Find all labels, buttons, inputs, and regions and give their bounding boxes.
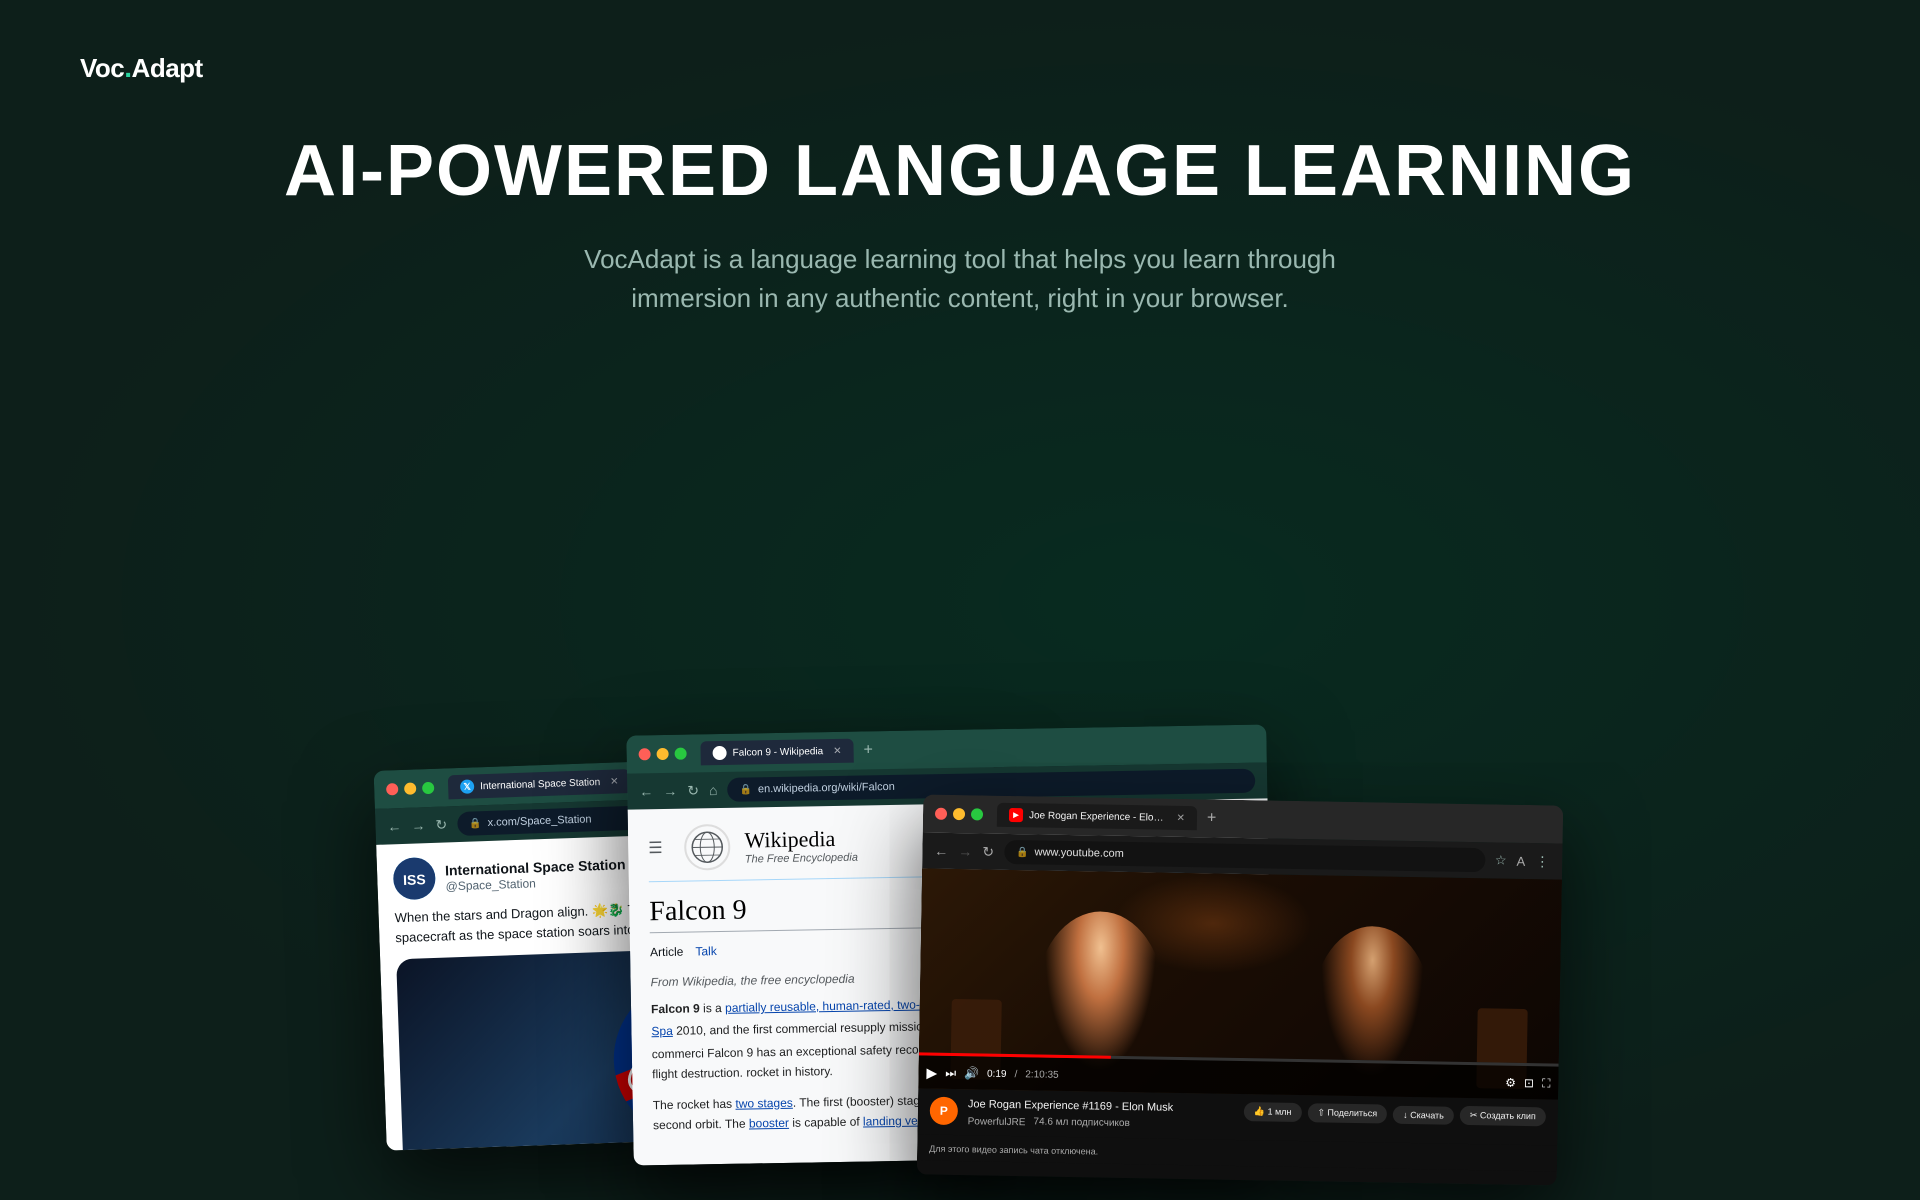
wikipedia-url: en.wikipedia.org/wiki/Falcon [758, 781, 895, 795]
new-tab-button[interactable]: + [1201, 809, 1223, 827]
maximize-button[interactable] [971, 808, 983, 820]
back-button[interactable]: ← [639, 783, 653, 799]
reload-button[interactable]: ↻ [687, 782, 699, 799]
youtube-video-metadata: Joe Rogan Experience #1169 - Elon Musk P… [968, 1098, 1234, 1132]
back-button[interactable]: ← [387, 818, 402, 834]
logo: Voc.Adapt [80, 52, 203, 84]
svg-text:ISS: ISS [403, 871, 426, 888]
youtube-tabs-row: ▶ Joe Rogan Experience - Elon Musk ✕ + [997, 803, 1551, 837]
lock-icon: 🔒 [469, 818, 482, 829]
reader-mode-icon[interactable]: A [1516, 853, 1525, 868]
skip-button[interactable]: ⏭ [945, 1066, 956, 1081]
wiki-link-booster[interactable]: booster [749, 1116, 789, 1131]
wiki-link-stages[interactable]: two stages [735, 1095, 793, 1110]
youtube-active-tab[interactable]: ▶ Joe Rogan Experience - Elon Musk ✕ [997, 803, 1197, 830]
theater-mode-button[interactable]: ⊡ [1524, 1076, 1534, 1090]
youtube-chat-text: Для этого видео запись чата отключена. [929, 1143, 1098, 1156]
studio-light [1112, 872, 1314, 975]
youtube-content: ▶ ⏭ 🔊 0:19 / 2:10:35 ⚙ ⊡ ⛶ P [917, 868, 1562, 1185]
youtube-url: www.youtube.com [1034, 846, 1123, 860]
home-button[interactable]: ⌂ [709, 782, 718, 798]
youtube-subscriber-count: 74.6 мл подписчиков [1033, 1116, 1130, 1129]
youtube-channel-avatar: P [930, 1097, 958, 1125]
youtube-time-current: 0:19 [987, 1068, 1007, 1079]
youtube-channel-row: PowerfulJRE 74.6 мл подписчиков [968, 1114, 1234, 1132]
play-button[interactable]: ▶ [926, 1064, 937, 1081]
wikipedia-brand: Wikipedia The Free Encyclopedia [744, 826, 858, 866]
wiki-link-spacex[interactable]: Spa [651, 1024, 673, 1038]
bookmark-icon[interactable]: ☆ [1495, 852, 1507, 868]
twitter-traffic-lights [386, 782, 434, 796]
podcast-video-scene: ▶ ⏭ 🔊 0:19 / 2:10:35 ⚙ ⊡ ⛶ [918, 868, 1562, 1099]
youtube-tab-close[interactable]: ✕ [1177, 812, 1186, 823]
menu-button[interactable]: ⋮ [1535, 853, 1550, 870]
youtube-traffic-lights [935, 808, 983, 821]
fullscreen-button[interactable]: ⛶ [1542, 1076, 1551, 1091]
lock-icon: 🔒 [739, 784, 752, 795]
youtube-clip-button[interactable]: ✂ Создать клип [1460, 1106, 1546, 1126]
wikipedia-tab-label: Falcon 9 - Wikipedia [733, 746, 824, 759]
hamburger-icon[interactable]: ☰ [648, 838, 663, 858]
settings-icon[interactable]: ⚙ [1505, 1076, 1516, 1090]
forward-button[interactable]: → [411, 817, 426, 833]
twitter-tab-label: International Space Station [480, 777, 600, 792]
forward-button[interactable]: → [958, 843, 972, 859]
volume-button[interactable]: 🔊 [964, 1067, 979, 1081]
lock-icon: 🔒 [1016, 847, 1029, 858]
controls-spacer [1067, 1073, 1498, 1081]
minimize-button[interactable] [404, 782, 416, 794]
wikipedia-tabs-row: W Falcon 9 - Wikipedia ✕ + [700, 732, 1254, 766]
youtube-like-button[interactable]: 👍 1 млн [1244, 1102, 1302, 1122]
twitter-avatar: ISS [393, 857, 436, 900]
youtube-time-separator: / [1014, 1069, 1017, 1080]
wikipedia-traffic-lights [639, 748, 687, 761]
twitter-active-tab[interactable]: 𝕏 International Space Station ✕ [448, 769, 631, 799]
wikipedia-globe-logo [684, 824, 731, 871]
close-button[interactable] [386, 783, 398, 795]
browsers-container: 𝕏 International Space Station ✕ + ← → ↻ … [360, 700, 1560, 1200]
close-button[interactable] [935, 808, 947, 820]
maximize-button[interactable] [675, 748, 687, 760]
wikipedia-site-name: Wikipedia [744, 826, 858, 854]
new-tab-button[interactable]: + [857, 741, 879, 759]
reload-button[interactable]: ↻ [982, 843, 994, 860]
logo-dot: . [124, 52, 131, 84]
wikipedia-tagline: The Free Encyclopedia [745, 852, 858, 866]
minimize-button[interactable] [657, 748, 669, 760]
youtube-action-buttons: 👍 1 млн ⇧ Поделиться ↓ Скачать ✂ Создать… [1244, 1102, 1546, 1126]
wikipedia-tab-talk[interactable]: Talk [695, 940, 729, 963]
youtube-video-player[interactable]: ▶ ⏭ 🔊 0:19 / 2:10:35 ⚙ ⊡ ⛶ [918, 868, 1562, 1099]
wikipedia-tab-article[interactable]: Article [650, 940, 696, 963]
logo-part2: Adapt [132, 53, 203, 84]
maximize-button[interactable] [422, 782, 434, 794]
back-button[interactable]: ← [934, 843, 948, 859]
youtube-browser-window: ▶ Joe Rogan Experience - Elon Musk ✕ + ←… [917, 794, 1564, 1185]
youtube-tab-label: Joe Rogan Experience - Elon Musk [1029, 810, 1167, 823]
youtube-address-bar[interactable]: 🔒 www.youtube.com [1004, 840, 1485, 872]
article-subject: Falcon 9 [651, 1001, 700, 1016]
twitter-url: x.com/Space_Station [487, 813, 591, 829]
twitter-tab-close[interactable]: ✕ [610, 776, 619, 787]
hero-subtitle: VocAdapt is a language learning tool tha… [530, 240, 1390, 318]
hero-title: AI-POWERED LANGUAGE LEARNING [0, 130, 1920, 212]
close-button[interactable] [639, 748, 651, 760]
youtube-time-total: 2:10:35 [1025, 1069, 1059, 1081]
reload-button[interactable]: ↻ [435, 816, 447, 833]
hero-section: AI-POWERED LANGUAGE LEARNING VocAdapt is… [0, 130, 1920, 318]
minimize-button[interactable] [953, 808, 965, 820]
youtube-download-button[interactable]: ↓ Скачать [1393, 1106, 1454, 1125]
wikipedia-tab-close[interactable]: ✕ [833, 745, 842, 756]
logo-part1: Voc [80, 53, 124, 84]
wikipedia-active-tab[interactable]: W Falcon 9 - Wikipedia ✕ [700, 739, 853, 766]
youtube-channel-name: PowerfulJRE [968, 1116, 1026, 1128]
youtube-share-button[interactable]: ⇧ Поделиться [1307, 1104, 1387, 1124]
forward-button[interactable]: → [663, 783, 677, 799]
